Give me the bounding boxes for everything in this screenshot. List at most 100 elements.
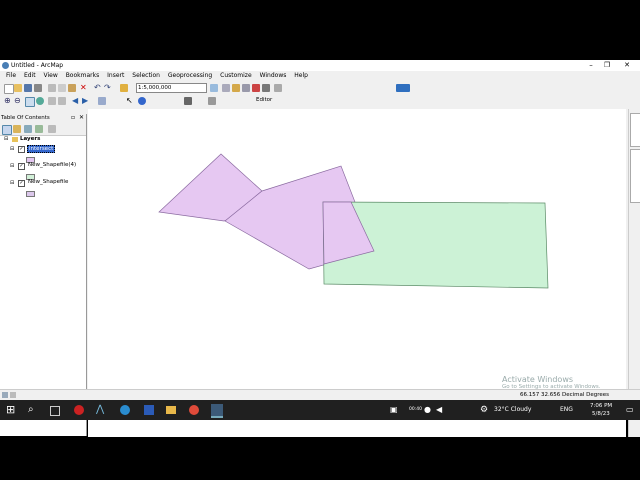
list-by-visibility-icon[interactable] xyxy=(24,125,32,133)
add-data-icon[interactable] xyxy=(120,84,128,92)
layout-view-icon[interactable] xyxy=(2,392,8,398)
menu-edit[interactable]: Edit xyxy=(24,71,36,81)
forward-extent-icon[interactable]: ▶ xyxy=(82,97,90,105)
windows-taskbar: ⊞ ⌕ ⋀ ▣ 00:40 ● ◀ ⚙ 32°C Cloudy ENG 7:06… xyxy=(0,400,640,420)
collapse-icon[interactable]: ⊟ xyxy=(10,180,14,186)
full-extent-icon[interactable] xyxy=(36,97,44,105)
menu-geoprocessing[interactable]: Geoprocessing xyxy=(168,71,212,81)
side-dock xyxy=(628,109,640,437)
save-icon[interactable] xyxy=(24,84,32,92)
toc-window-icon[interactable] xyxy=(222,84,230,92)
paste-icon[interactable] xyxy=(68,84,76,92)
list-by-selection-icon[interactable] xyxy=(35,125,43,133)
timer-text: 00:40 xyxy=(409,407,422,412)
arcmap-logo-icon xyxy=(2,62,9,69)
print-icon[interactable] xyxy=(34,84,42,92)
arcmap-window: Untitled - ArcMap – ❐ ✕ File Edit View B… xyxy=(0,60,640,437)
maximize-button[interactable]: ❐ xyxy=(598,61,616,70)
close-button[interactable]: ✕ xyxy=(618,61,636,70)
notification-icon[interactable]: ▭ xyxy=(626,404,638,416)
cut-icon[interactable] xyxy=(48,84,56,92)
window-title: Untitled - ArcMap xyxy=(11,62,64,69)
activate-windows-watermark: Activate Windows Go to Settings to activ… xyxy=(502,375,601,390)
zoom-in-icon[interactable]: ⊕ xyxy=(4,97,12,105)
fixed-zoom-in-icon[interactable] xyxy=(48,97,56,105)
editor-menu[interactable]: Editor xyxy=(256,96,272,105)
layer-name[interactable]: New_Shapefile(4) xyxy=(28,162,76,168)
data-view-icon[interactable] xyxy=(10,392,16,398)
pin-icon[interactable]: ▫ xyxy=(71,114,75,121)
open-icon[interactable] xyxy=(14,84,22,92)
mic-icon[interactable]: ● xyxy=(424,404,436,416)
new-icon[interactable] xyxy=(4,84,14,94)
menu-selection[interactable]: Selection xyxy=(132,71,160,81)
language-indicator[interactable]: ENG xyxy=(560,406,573,413)
redo-icon[interactable]: ↷ xyxy=(104,84,112,92)
side-tab-catalog[interactable] xyxy=(630,113,640,147)
menu-view[interactable]: View xyxy=(44,71,58,81)
select-elements-icon[interactable]: ↖ xyxy=(126,97,134,105)
list-by-source-icon[interactable] xyxy=(13,125,21,133)
find-icon[interactable] xyxy=(184,97,192,105)
editor-toolbar-icon[interactable] xyxy=(210,84,218,92)
collapse-icon[interactable]: ⊟ xyxy=(4,136,8,142)
volume-icon[interactable]: ◀ xyxy=(436,404,448,416)
undo-icon[interactable]: ↶ xyxy=(94,84,102,92)
start-icon[interactable]: ⊞ xyxy=(6,404,18,416)
toc-toolbar xyxy=(0,123,86,136)
layer-visibility-checkbox[interactable]: ✓ xyxy=(18,180,25,187)
search-icon[interactable]: ⌕ xyxy=(28,404,40,416)
list-by-drawing-order-icon[interactable] xyxy=(2,125,12,135)
draw-tool-icon[interactable] xyxy=(396,84,410,92)
scale-dropdown[interactable]: 1:5,000,000 xyxy=(136,83,207,93)
toc-title: Table Of Contents xyxy=(1,115,50,121)
layer-name[interactable]: New_Shapefile xyxy=(28,179,68,185)
status-coordinates: 66.157 32.656 Decimal Degrees xyxy=(520,392,610,398)
side-tab-create-features[interactable] xyxy=(630,149,640,203)
collapse-icon[interactable]: ⊟ xyxy=(10,163,14,169)
measure-icon[interactable] xyxy=(208,97,216,105)
record-icon[interactable] xyxy=(74,405,84,415)
menu-file[interactable]: File xyxy=(6,71,16,81)
word-icon[interactable] xyxy=(144,405,154,415)
model-builder-icon[interactable] xyxy=(274,84,282,92)
toc-header: Table Of Contents ▫ ✕ xyxy=(0,114,86,123)
task-view-icon[interactable] xyxy=(50,406,60,416)
collapse-icon[interactable]: ⊟ xyxy=(10,146,14,152)
toc-close-icon[interactable]: ✕ xyxy=(79,114,84,121)
layer-name[interactable]: intersect xyxy=(27,145,56,153)
edge-icon[interactable] xyxy=(120,405,130,415)
menu-help[interactable]: Help xyxy=(294,71,308,81)
python-window-icon[interactable] xyxy=(262,84,270,92)
arcgis-app-icon[interactable]: ⋀ xyxy=(96,404,108,416)
layer-symbol-swatch[interactable] xyxy=(26,191,35,197)
menu-insert[interactable]: Insert xyxy=(107,71,124,81)
zoom-out-icon[interactable]: ⊖ xyxy=(14,97,22,105)
menu-customize[interactable]: Customize xyxy=(220,71,252,81)
back-extent-icon[interactable]: ◀ xyxy=(72,97,80,105)
copy-icon[interactable] xyxy=(58,84,66,92)
menu-windows[interactable]: Windows xyxy=(260,71,287,81)
arctoolbox-icon[interactable] xyxy=(252,84,260,92)
fixed-zoom-out-icon[interactable] xyxy=(58,97,66,105)
delete-icon[interactable]: ✕ xyxy=(80,84,88,92)
layer-visibility-checkbox[interactable]: ✓ xyxy=(18,146,25,153)
title-bar: Untitled - ArcMap – ❐ ✕ xyxy=(0,60,640,71)
layer-visibility-checkbox[interactable]: ✓ xyxy=(18,163,25,170)
map-view[interactable]: Activate Windows Go to Settings to activ… xyxy=(88,109,626,437)
arcmap-taskbar-icon[interactable] xyxy=(211,404,223,418)
standard-toolbar: ✕ ↶ ↷ 1:5,000,000 xyxy=(0,82,640,94)
menu-bookmarks[interactable]: Bookmarks xyxy=(66,71,100,81)
clock-time[interactable]: 7:06 PM xyxy=(590,403,612,409)
chrome-icon[interactable] xyxy=(189,405,199,415)
file-explorer-icon[interactable] xyxy=(166,406,176,414)
search-window-icon[interactable] xyxy=(242,84,250,92)
pan-icon[interactable] xyxy=(25,97,35,107)
identify-icon[interactable] xyxy=(138,97,146,105)
select-features-icon[interactable] xyxy=(98,97,106,105)
catalog-window-icon[interactable] xyxy=(232,84,240,92)
options-icon[interactable] xyxy=(48,125,56,133)
weather-icon: ⚙ xyxy=(480,405,489,415)
clock-date[interactable]: 5/8/23 xyxy=(592,411,610,417)
camera-icon[interactable]: ▣ xyxy=(390,404,402,416)
